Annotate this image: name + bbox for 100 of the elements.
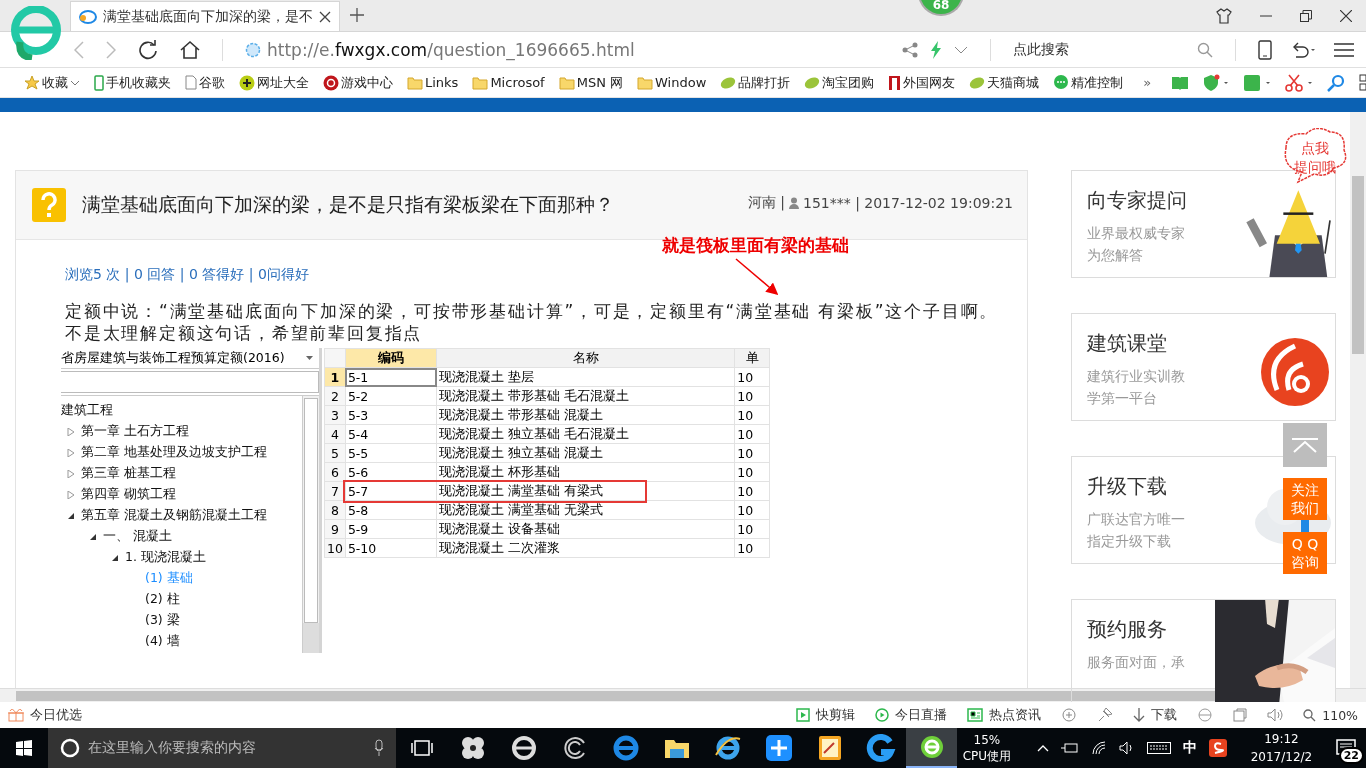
history-icon[interactable] bbox=[1061, 707, 1078, 723]
bookmark[interactable]: 外国网友 bbox=[886, 73, 958, 92]
tree-item[interactable]: 第二章 地基处理及边坡支护工程 bbox=[81, 444, 267, 461]
keyboard-icon[interactable] bbox=[1146, 742, 1171, 754]
zoom-control[interactable]: 110% bbox=[1303, 707, 1358, 723]
question-title: 满堂基础底面向下加深的梁，是不是只指有梁板梁在下面那种？ bbox=[82, 192, 615, 217]
table-cell: 10 bbox=[734, 481, 770, 501]
expanded-icon[interactable] bbox=[89, 532, 97, 541]
vertical-scrollbar[interactable] bbox=[1350, 112, 1366, 688]
table-cell: 10 bbox=[734, 500, 770, 520]
search-icon bbox=[1303, 708, 1317, 722]
share-icon[interactable] bbox=[902, 41, 918, 58]
game-icon bbox=[323, 74, 339, 91]
ime-app-icon[interactable] bbox=[1208, 739, 1227, 757]
dropdown-field[interactable]: 省房屋建筑与装饰工程预算定额(2016) bbox=[61, 349, 285, 367]
tree-item[interactable]: (2) 柱 bbox=[145, 591, 180, 608]
play-square-icon bbox=[796, 708, 811, 722]
bookmark[interactable]: MSN 网 bbox=[556, 73, 626, 92]
tree-item[interactable]: (4) 墙 bbox=[145, 633, 180, 650]
bookmark[interactable]: 游戏中心 bbox=[321, 73, 395, 92]
battery-icon[interactable] bbox=[1060, 742, 1079, 754]
status-item[interactable]: 快剪辑 bbox=[796, 706, 856, 724]
search-icon[interactable] bbox=[1327, 73, 1346, 92]
pin-icon[interactable] bbox=[1097, 707, 1114, 723]
table-cell: 现浇混凝土 设备基础 bbox=[436, 519, 735, 539]
author-date-text: 151*** | 2017-12-02 19:09:21 bbox=[802, 195, 1013, 211]
g-app-icon[interactable] bbox=[865, 733, 896, 763]
tree-item[interactable]: 一、 混凝土 bbox=[103, 528, 172, 545]
search-field[interactable]: 点此搜索 bbox=[1013, 40, 1213, 59]
download-icon bbox=[1133, 708, 1146, 722]
promo-card[interactable]: 建筑课堂 建筑行业实训教 学第一平台 bbox=[1071, 313, 1336, 421]
horizontal-scrollbar[interactable] bbox=[0, 688, 1366, 702]
plus-app-icon[interactable] bbox=[763, 733, 794, 763]
card-description: 业界最权威专家 bbox=[1087, 224, 1186, 243]
status-item[interactable]: 今日优选 bbox=[8, 706, 82, 724]
bookmark[interactable]: 网址大全 bbox=[237, 73, 311, 92]
scrollbar[interactable] bbox=[302, 396, 319, 653]
tablet-icon[interactable] bbox=[1258, 39, 1272, 60]
speaker-icon[interactable] bbox=[1267, 708, 1284, 722]
new-tab-icon[interactable] bbox=[350, 8, 364, 22]
menu-icon[interactable] bbox=[1334, 41, 1354, 58]
restore-icon[interactable] bbox=[1300, 9, 1312, 22]
bookmark[interactable]: Links bbox=[405, 75, 461, 90]
caret-icon[interactable] bbox=[954, 45, 968, 54]
bookmark[interactable]: Window bbox=[635, 75, 709, 90]
card-description: 学第一平台 bbox=[1087, 389, 1158, 408]
tree-item[interactable]: 第四章 砌筑工程 bbox=[81, 486, 176, 503]
microphone-icon[interactable] bbox=[374, 739, 384, 757]
shield-icon[interactable] bbox=[1203, 73, 1230, 92]
column-header: 编码 bbox=[345, 348, 437, 368]
scissors-icon[interactable] bbox=[1285, 73, 1314, 92]
bookmark[interactable]: 谷歌 bbox=[183, 73, 227, 92]
bookmark[interactable]: 品牌打折 bbox=[718, 73, 793, 92]
tree-item[interactable]: 1. 现浇混凝土 bbox=[125, 549, 206, 566]
translate-icon[interactable] bbox=[1243, 73, 1272, 92]
volume-icon[interactable] bbox=[1118, 741, 1135, 755]
more-bookmarks-button[interactable]: » bbox=[1143, 75, 1152, 90]
tree-item[interactable]: (1) 基础 bbox=[145, 570, 193, 587]
cpu-usage[interactable]: 15% CPU使用 bbox=[957, 732, 1017, 764]
reload-icon[interactable] bbox=[138, 39, 158, 60]
question-stats[interactable]: 浏览5 次 | 0 回答 | 0 答得好 | 0问得好 bbox=[65, 266, 1027, 284]
status-item[interactable]: 今日直播 bbox=[875, 706, 948, 724]
status-item[interactable]: 下载 bbox=[1133, 706, 1178, 724]
table-cell: 5-10 bbox=[345, 538, 437, 558]
start-icon[interactable] bbox=[15, 740, 32, 756]
browser-tab[interactable]: 满堂基础底面向下加深的梁，是不 bbox=[70, 1, 340, 31]
reading-icon[interactable] bbox=[1171, 74, 1190, 91]
expanded-icon[interactable] bbox=[67, 511, 75, 520]
table-cell: 现浇混凝土 满堂基础 有梁式 bbox=[436, 481, 735, 501]
close-icon[interactable] bbox=[319, 10, 331, 23]
tree-item[interactable]: 建筑工程 bbox=[61, 402, 113, 419]
address-field[interactable]: http://e.fwxgx.com/question_1696665.html bbox=[267, 39, 635, 60]
clock[interactable]: 19:12 2017/12/2 bbox=[1236, 730, 1327, 766]
tree-item[interactable]: 第一章 土石方工程 bbox=[81, 423, 189, 440]
wifi-icon[interactable] bbox=[1090, 741, 1107, 755]
input-field[interactable] bbox=[61, 371, 319, 393]
card-description: 为您解答 bbox=[1087, 246, 1144, 265]
bookmark[interactable]: 淘宝团购 bbox=[802, 73, 877, 92]
bookmark[interactable]: Microsof bbox=[470, 75, 547, 90]
tree-item[interactable]: (3) 梁 bbox=[145, 612, 180, 629]
bookmark[interactable]: 手机收藏夹 bbox=[92, 73, 173, 92]
expanded-icon[interactable] bbox=[111, 553, 119, 562]
table-cell: 10 bbox=[734, 462, 770, 482]
table-cell: 10 bbox=[734, 443, 770, 463]
taskbar-search-field[interactable]: 在这里输入你要搜索的内容 bbox=[47, 728, 396, 768]
question-body: 定额中说：“满堂基础底面向下加深的梁，可按带形基础计算”，可是，定额里有“满堂基础 有梁板”这个子目啊。不是太理解定额这句话，希望前辈回复指点 bbox=[65, 300, 1000, 344]
tree-item[interactable]: 第三章 桩基工程 bbox=[81, 465, 176, 482]
bookmark[interactable]: 天猫商城 bbox=[967, 73, 1042, 92]
caret-up-icon[interactable] bbox=[1036, 744, 1049, 752]
bookmark[interactable]: 收藏 bbox=[22, 73, 82, 92]
home-icon[interactable] bbox=[180, 39, 200, 60]
tree-item[interactable]: 第五章 混凝土及钢筋混凝土工程 bbox=[81, 507, 267, 524]
status-item[interactable]: 热点资讯 bbox=[967, 706, 1042, 724]
close-icon[interactable] bbox=[1340, 9, 1352, 22]
ime-indicator[interactable]: 中 bbox=[1182, 739, 1197, 757]
bookmark[interactable]: 精准控制 bbox=[1051, 73, 1126, 92]
table-cell: 10 bbox=[734, 367, 770, 387]
table-cell: 10 bbox=[734, 405, 770, 425]
table-cell: 现浇混凝土 二次灌浆 bbox=[436, 538, 735, 558]
shirt-icon[interactable] bbox=[1216, 7, 1232, 24]
